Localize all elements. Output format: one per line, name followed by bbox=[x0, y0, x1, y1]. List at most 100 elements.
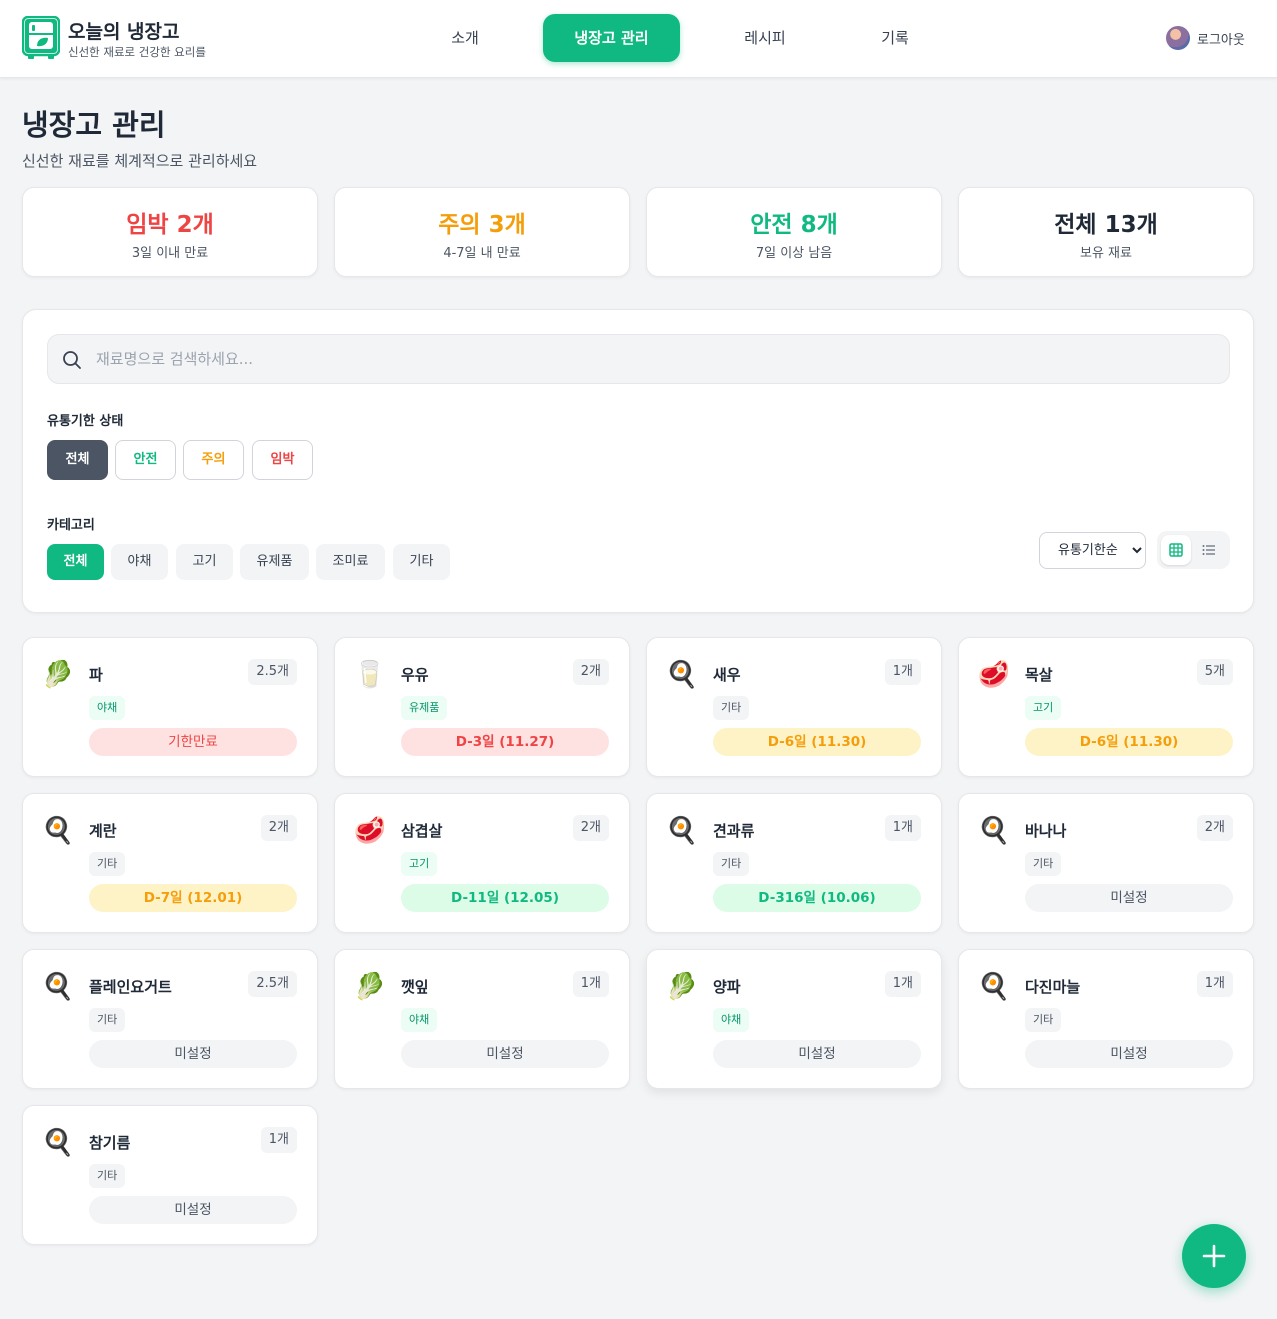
category-chip-dairy[interactable]: 유제품 bbox=[240, 544, 309, 580]
sort-select[interactable]: 유통기한순 bbox=[1039, 532, 1146, 569]
frying-pan-icon: 🍳 bbox=[41, 1128, 75, 1158]
nav-recipes[interactable]: 레시피 bbox=[725, 14, 805, 62]
expiry-badge: 미설정 bbox=[89, 1040, 297, 1068]
category-chip-etc[interactable]: 기타 bbox=[393, 544, 450, 580]
list-view-button[interactable] bbox=[1194, 535, 1224, 565]
ingredient-card[interactable]: 🥬 깻잎 1개 야채 미설정 bbox=[334, 949, 630, 1089]
ingredient-quantity: 2개 bbox=[572, 659, 609, 685]
category-chip-vegetable[interactable]: 야채 bbox=[111, 544, 168, 580]
nav-fridge-management[interactable]: 냉장고 관리 bbox=[543, 14, 680, 62]
ingredient-quantity: 1개 bbox=[260, 1127, 297, 1153]
status-chip-caution[interactable]: 주의 bbox=[183, 440, 244, 480]
ingredient-name: 견과류 bbox=[713, 822, 755, 840]
stat-total-desc: 보유 재료 bbox=[1080, 246, 1132, 261]
expiry-badge: 미설정 bbox=[401, 1040, 609, 1068]
ingredient-card[interactable]: 🍳 계란 2개 기타 D-7일 (12.01) bbox=[22, 793, 318, 933]
frying-pan-icon: 🍳 bbox=[977, 816, 1011, 846]
ingredient-category-badge: 기타 bbox=[89, 852, 126, 876]
ingredient-card[interactable]: 🥩 삼겹살 2개 고기 D-11일 (12.05) bbox=[334, 793, 630, 933]
ingredient-name: 계란 bbox=[89, 822, 117, 840]
ingredient-card[interactable]: 🥛 우유 2개 유제품 D-3일 (11.27) bbox=[334, 637, 630, 777]
ingredient-card[interactable]: 🍳 견과류 1개 기타 D-316일 (10.06) bbox=[646, 793, 942, 933]
expiry-badge: D-11일 (12.05) bbox=[401, 884, 609, 912]
ingredient-card[interactable]: 🍳 참기름 1개 기타 미설정 bbox=[22, 1105, 318, 1245]
ingredient-category-badge: 고기 bbox=[401, 852, 438, 876]
status-chip-urgent[interactable]: 임박 bbox=[252, 440, 313, 480]
stat-total-count: 전체 13개 bbox=[1054, 212, 1158, 238]
ingredient-card[interactable]: 🍳 바나나 2개 기타 미설정 bbox=[958, 793, 1254, 933]
stat-card-urgent: 임박 2개 3일 이내 만료 bbox=[22, 187, 318, 277]
ingredient-category-badge: 기타 bbox=[89, 1008, 126, 1032]
stat-caution-desc: 4-7일 내 만료 bbox=[443, 246, 521, 261]
frying-pan-icon: 🍳 bbox=[665, 660, 699, 690]
ingredient-name: 다진마늘 bbox=[1025, 978, 1081, 996]
grid-view-button[interactable] bbox=[1161, 535, 1191, 565]
ingredient-category-badge: 유제품 bbox=[401, 696, 448, 720]
leafy-green-icon: 🥬 bbox=[353, 972, 387, 1002]
ingredient-category-badge: 야채 bbox=[713, 1008, 750, 1032]
ingredient-category-badge: 기타 bbox=[89, 1164, 126, 1188]
expiry-badge: D-316일 (10.06) bbox=[713, 884, 921, 912]
status-filter-label: 유통기한 상태 bbox=[47, 414, 124, 429]
category-chip-all[interactable]: 전체 bbox=[47, 544, 104, 580]
ingredient-card[interactable]: 🥩 목살 5개 고기 D-6일 (11.30) bbox=[958, 637, 1254, 777]
expiry-badge: D-7일 (12.01) bbox=[89, 884, 297, 912]
fridge-logo-icon[interactable] bbox=[22, 16, 60, 60]
ingredient-category-badge: 고기 bbox=[1025, 696, 1062, 720]
stat-safe-count: 안전 8개 bbox=[750, 212, 838, 238]
category-chip-meat[interactable]: 고기 bbox=[176, 544, 233, 580]
nav-intro[interactable]: 소개 bbox=[430, 14, 500, 62]
ingredient-quantity: 1개 bbox=[884, 815, 921, 841]
stat-caution-count: 주의 3개 bbox=[438, 212, 526, 238]
status-chip-safe[interactable]: 안전 bbox=[115, 440, 176, 480]
ingredient-card[interactable]: 🥬 파 2.5개 야채 기한만료 bbox=[22, 637, 318, 777]
ingredient-name: 삼겹살 bbox=[401, 822, 443, 840]
category-filter-label: 카테고리 bbox=[47, 518, 95, 533]
ingredient-quantity: 2.5개 bbox=[248, 971, 297, 997]
search-input[interactable] bbox=[96, 335, 1216, 383]
status-chip-all[interactable]: 전체 bbox=[47, 440, 108, 480]
plus-icon bbox=[1202, 1244, 1226, 1268]
ingredient-category-badge: 야채 bbox=[89, 696, 126, 720]
ingredient-card[interactable]: 🥬 양파 1개 야채 미설정 bbox=[646, 949, 942, 1089]
search-icon bbox=[63, 351, 81, 369]
expiry-badge: 미설정 bbox=[1025, 1040, 1233, 1068]
ingredient-name: 새우 bbox=[713, 666, 741, 684]
ingredient-quantity: 2개 bbox=[572, 815, 609, 841]
top-navbar: 오늘의 냉장고 신선한 재료로 건강한 요리를 소개 냉장고 관리 레시피 기록… bbox=[0, 0, 1277, 78]
ingredient-category-badge: 기타 bbox=[713, 696, 750, 720]
ingredient-quantity: 2.5개 bbox=[248, 659, 297, 685]
ingredient-name: 목살 bbox=[1025, 666, 1053, 684]
ingredient-name: 바나나 bbox=[1025, 822, 1067, 840]
add-ingredient-button[interactable] bbox=[1182, 1224, 1246, 1288]
filter-panel: 유통기한 상태 전체 안전 주의 임박 카테고리 전체 야채 고기 유제품 조미… bbox=[22, 309, 1254, 613]
ingredient-category-badge: 야채 bbox=[401, 1008, 438, 1032]
stat-safe-desc: 7일 이상 남음 bbox=[755, 246, 833, 261]
expiry-badge: 기한만료 bbox=[89, 728, 297, 756]
ingredient-quantity: 1개 bbox=[884, 659, 921, 685]
page-subtitle: 신선한 재료를 체계적으로 관리하세요 bbox=[22, 152, 258, 170]
expiry-badge: D-6일 (11.30) bbox=[713, 728, 921, 756]
ingredient-name: 참기름 bbox=[89, 1134, 131, 1152]
stat-card-caution: 주의 3개 4-7일 내 만료 bbox=[334, 187, 630, 277]
expiry-badge: D-6일 (11.30) bbox=[1025, 728, 1233, 756]
stat-urgent-desc: 3일 이내 만료 bbox=[131, 246, 209, 261]
ingredient-name: 양파 bbox=[713, 978, 741, 996]
ingredient-card[interactable]: 🍳 새우 1개 기타 D-6일 (11.30) bbox=[646, 637, 942, 777]
frying-pan-icon: 🍳 bbox=[977, 972, 1011, 1002]
meat-icon: 🥩 bbox=[977, 660, 1011, 690]
frying-pan-icon: 🍳 bbox=[41, 816, 75, 846]
user-avatar[interactable] bbox=[1166, 26, 1190, 50]
brand-title[interactable]: 오늘의 냉장고 bbox=[68, 17, 180, 44]
view-toggle bbox=[1157, 531, 1230, 569]
ingredient-card[interactable]: 🍳 플레인요거트 2.5개 기타 미설정 bbox=[22, 949, 318, 1089]
logout-button[interactable]: 로그아웃 bbox=[1197, 29, 1245, 48]
leafy-green-icon: 🥬 bbox=[41, 660, 75, 690]
ingredient-card[interactable]: 🍳 다진마늘 1개 기타 미설정 bbox=[958, 949, 1254, 1089]
ingredient-name: 파 bbox=[89, 666, 103, 684]
category-chip-seasoning[interactable]: 조미료 bbox=[316, 544, 385, 580]
ingredient-category-badge: 기타 bbox=[1025, 1008, 1062, 1032]
ingredient-name: 플레인요거트 bbox=[89, 978, 172, 996]
meat-icon: 🥩 bbox=[353, 816, 387, 846]
nav-history[interactable]: 기록 bbox=[860, 14, 930, 62]
